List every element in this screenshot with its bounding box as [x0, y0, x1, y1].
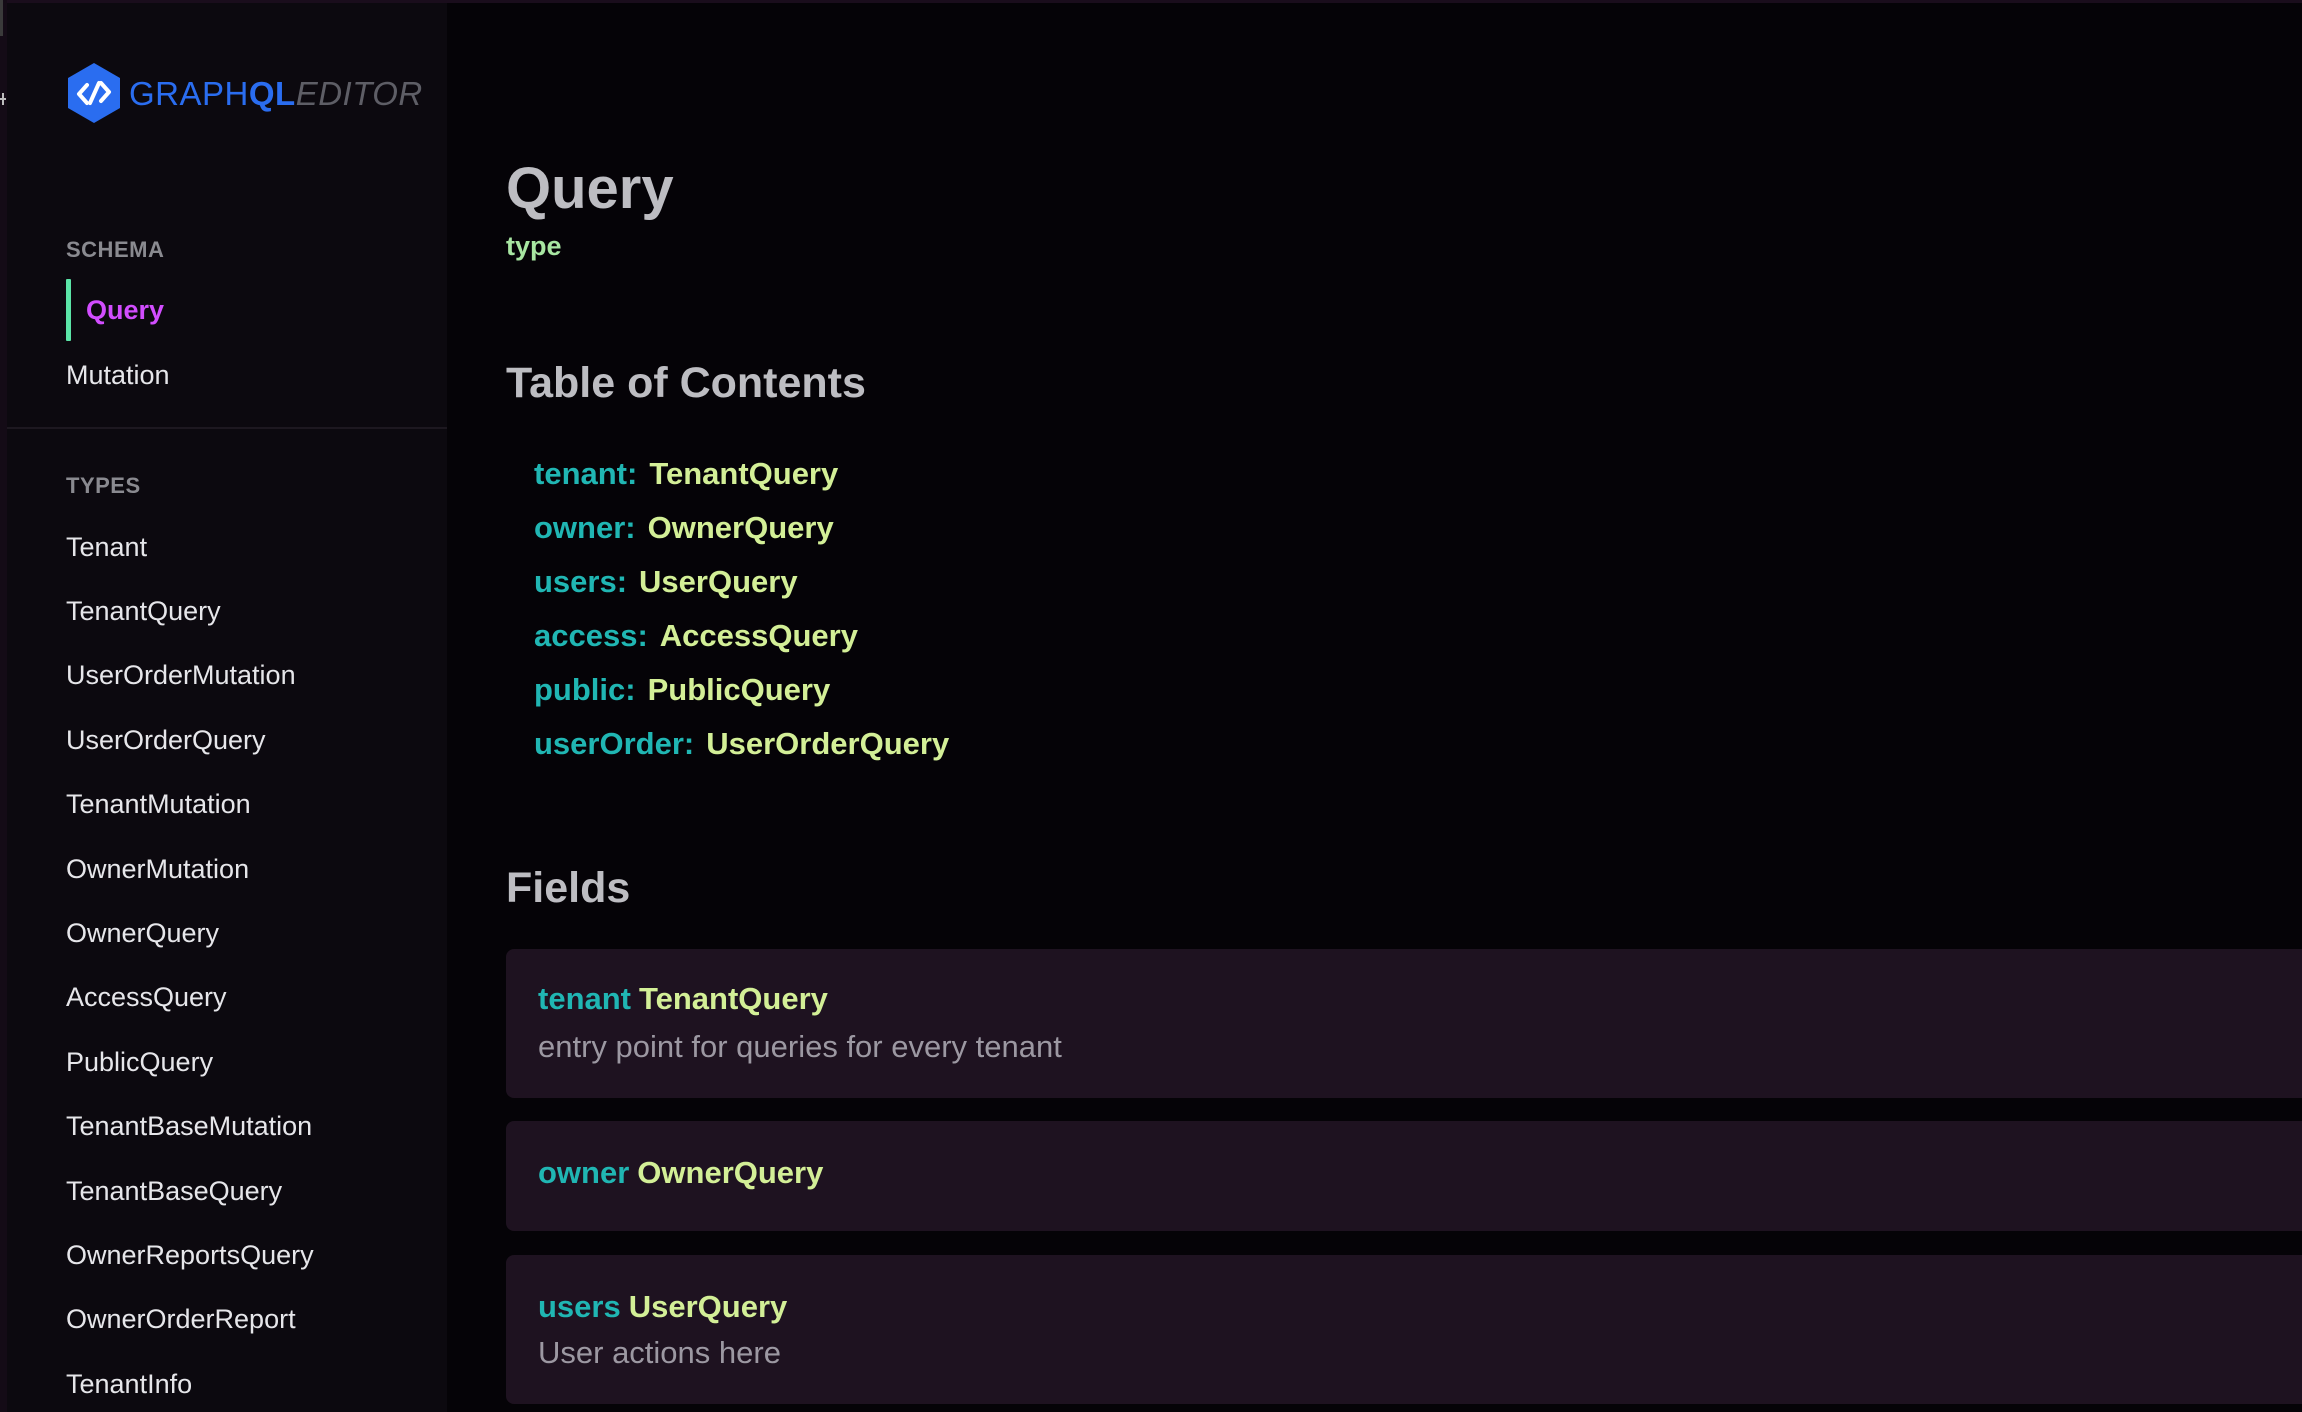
toc-item-tenant[interactable]: tenant: TenantQuery: [534, 447, 949, 501]
toc-type[interactable]: UserOrderQuery: [706, 726, 949, 762]
sidebar: GRAPH QL EDITOR SCHEMA Query Mutation TY…: [7, 3, 447, 1412]
sidebar-item-ownerorderreport[interactable]: OwnerOrderReport: [66, 1304, 296, 1335]
toc-type[interactable]: TenantQuery: [649, 456, 838, 492]
field-header: owner OwnerQuery: [538, 1155, 823, 1191]
sidebar-item-tenantbasequery[interactable]: TenantBaseQuery: [66, 1176, 282, 1207]
field-header: tenant TenantQuery: [538, 981, 828, 1017]
toc-key: users:: [534, 564, 628, 599]
toc-key: public:: [534, 672, 636, 707]
graphql-editor-docs: GRAPH QL EDITOR SCHEMA Query Mutation TY…: [0, 0, 2302, 1412]
toc-type[interactable]: UserQuery: [639, 564, 798, 600]
field-description: User actions here: [538, 1335, 781, 1370]
toc-type[interactable]: PublicQuery: [648, 672, 831, 708]
types-section-label: TYPES: [66, 473, 141, 498]
sidebar-item-userorderquery[interactable]: UserOrderQuery: [66, 725, 266, 756]
schema-section-label: SCHEMA: [66, 237, 165, 262]
toc-key: userOrder:: [534, 726, 695, 761]
field-name: owner: [538, 1155, 630, 1190]
toc-type[interactable]: OwnerQuery: [648, 510, 834, 546]
toc-item-users[interactable]: users: UserQuery: [534, 555, 949, 609]
sidebar-item-ownerreportsquery[interactable]: OwnerReportsQuery: [66, 1240, 314, 1271]
field-card-users[interactable]: users UserQuery User actions here: [506, 1255, 2302, 1404]
toc-key: tenant:: [534, 456, 638, 491]
logo[interactable]: GRAPH QL EDITOR: [65, 60, 423, 126]
toc-item-access[interactable]: access: AccessQuery: [534, 609, 949, 663]
field-card-tenant[interactable]: tenant TenantQuery entry point for querie…: [506, 949, 2302, 1098]
logo-editor-text: EDITOR: [295, 74, 423, 112]
sidebar-item-tenantquery[interactable]: TenantQuery: [66, 596, 221, 627]
toc-item-owner[interactable]: owner: OwnerQuery: [534, 501, 949, 555]
sidebar-item-ownerquery[interactable]: OwnerQuery: [66, 918, 219, 949]
field-name: users: [538, 1289, 621, 1324]
toc-item-public[interactable]: public: PublicQuery: [534, 663, 949, 717]
left-edge-strip: [0, 0, 7, 1412]
logo-ql-text: QL: [248, 74, 296, 112]
sidebar-item-ownermutation[interactable]: OwnerMutation: [66, 854, 249, 885]
graphql-editor-logo-icon: [68, 63, 120, 123]
active-indicator: [66, 279, 71, 341]
field-name: tenant: [538, 981, 631, 1016]
sidebar-item-query[interactable]: Query: [86, 295, 164, 326]
sidebar-item-tenantinfo[interactable]: TenantInfo: [66, 1369, 192, 1400]
edge-tick: [0, 0, 3, 36]
toc-key: owner:: [534, 510, 636, 545]
table-of-contents: tenant: TenantQuery owner: OwnerQuery us…: [534, 447, 949, 771]
field-header: users UserQuery: [538, 1289, 787, 1325]
sidebar-item-publicquery[interactable]: PublicQuery: [66, 1047, 213, 1078]
field-card-owner[interactable]: owner OwnerQuery: [506, 1121, 2302, 1231]
toc-item-userorder[interactable]: userOrder: UserOrderQuery: [534, 717, 949, 771]
sidebar-item-tenant[interactable]: Tenant: [66, 532, 147, 563]
field-type[interactable]: UserQuery: [629, 1289, 788, 1324]
field-description: entry point for queries for every tenant: [538, 1029, 1062, 1064]
logo-wordmark: GRAPH QL EDITOR: [129, 77, 423, 110]
sidebar-item-mutation[interactable]: Mutation: [66, 360, 170, 391]
fields-heading: Fields: [506, 864, 631, 912]
field-type[interactable]: TenantQuery: [639, 981, 828, 1016]
sidebar-item-tenantbasemutation[interactable]: TenantBaseMutation: [66, 1111, 312, 1142]
logo-graph-text: GRAPH: [129, 74, 249, 112]
plus-icon[interactable]: [0, 93, 6, 105]
sidebar-item-userordermutation[interactable]: UserOrderMutation: [66, 660, 296, 691]
field-type[interactable]: OwnerQuery: [637, 1155, 823, 1190]
toc-key: access:: [534, 618, 648, 653]
sidebar-item-accessquery[interactable]: AccessQuery: [66, 982, 227, 1013]
page-subtitle: type: [506, 231, 562, 261]
page-title: Query: [506, 156, 674, 221]
toc-type[interactable]: AccessQuery: [660, 618, 858, 654]
toc-heading: Table of Contents: [506, 359, 866, 407]
sidebar-divider: [7, 427, 447, 429]
sidebar-item-tenantmutation[interactable]: TenantMutation: [66, 789, 251, 820]
main-content: Query type Table of Contents tenant: Ten…: [447, 3, 2302, 1412]
